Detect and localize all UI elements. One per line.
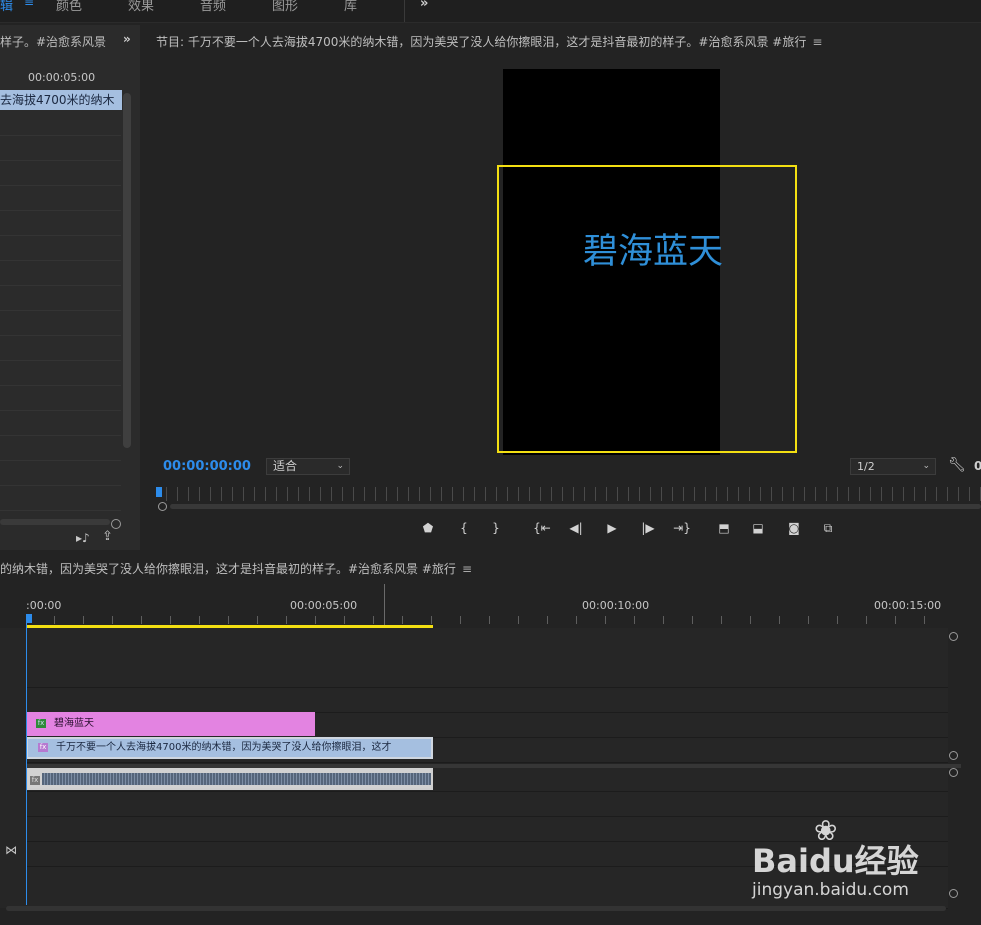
title-clip[interactable]: fx 碧海蓝天: [26, 712, 315, 736]
workspace-menu-icon[interactable]: ≡: [24, 0, 34, 9]
chevron-down-icon: ⌄: [336, 461, 344, 471]
source-ruler-timecode: 00:00:05:00: [28, 71, 96, 84]
extract-icon[interactable]: ⬓: [746, 521, 770, 535]
workspace-tab-color[interactable]: 颜色: [56, 0, 82, 14]
ruler-label: 00:00:05:00: [290, 599, 358, 612]
source-horizontal-scrollbar[interactable]: [0, 519, 110, 525]
program-title: 节目: 千万不要一个人去海拔4700米的纳木错，因为美哭了没人给你擦眼泪，这才是…: [156, 33, 822, 50]
ruler-label: :00:00: [26, 599, 62, 612]
source-overflow-button[interactable]: »: [123, 32, 131, 46]
video-clip[interactable]: fx 千万不要一个人去海拔4700米的纳木错，因为美哭了没人给你擦眼泪，这才: [26, 737, 433, 759]
scroll-handle-top[interactable]: [949, 768, 958, 777]
camera-icon[interactable]: ◙: [782, 521, 806, 535]
workspace-tab-libraries[interactable]: 库: [344, 0, 357, 14]
timeline-menu-icon[interactable]: ≡: [462, 562, 472, 576]
playhead-line: [26, 622, 27, 905]
audio-insert-icon[interactable]: ▸♪: [76, 531, 90, 545]
source-vertical-scrollbar[interactable]: [123, 93, 131, 448]
bowtie-icon[interactable]: ⋈: [5, 843, 17, 857]
step-forward-icon[interactable]: |▶: [636, 521, 660, 535]
track-a2[interactable]: [26, 792, 948, 817]
workspace-bar: 辑 ≡ 颜色 效果 音频 图形 库 »: [0, 0, 981, 23]
source-track-area[interactable]: [0, 111, 121, 521]
workspace-tab-audio[interactable]: 音频: [200, 0, 226, 14]
zoom-fit-select[interactable]: 适合 ⌄: [266, 458, 350, 475]
watermark-url: jingyan.baidu.com: [752, 880, 909, 900]
scroll-handle-bottom[interactable]: [949, 751, 958, 760]
source-clip[interactable]: 去海拔4700米的纳木: [0, 90, 122, 110]
wrench-icon[interactable]: 🔧︎: [948, 457, 966, 473]
zoom-handle[interactable]: [158, 502, 167, 511]
program-menu-icon[interactable]: ≡: [812, 35, 822, 49]
mark-out-icon[interactable]: }: [484, 521, 508, 535]
workspace-tab-editing[interactable]: 辑: [0, 0, 13, 14]
zoom-fit-value: 适合: [273, 459, 298, 473]
go-to-out-icon[interactable]: ⇥}: [670, 521, 694, 535]
lift-icon[interactable]: ⬒: [712, 521, 736, 535]
ruler-label: 00:00:15:00: [874, 599, 942, 612]
program-playhead[interactable]: [156, 487, 162, 497]
fx-badge-icon: fx: [38, 742, 48, 752]
scroll-handle-top[interactable]: [949, 632, 958, 641]
program-monitor: 节目: 千万不要一个人去海拔4700米的纳木错，因为美哭了没人给你擦眼泪，这才是…: [146, 25, 981, 550]
playback-resolution-select[interactable]: 1/2 ⌄: [850, 458, 936, 475]
title-clip-label: 碧海蓝天: [54, 718, 94, 729]
track-headers: [0, 628, 26, 908]
source-panel-title[interactable]: 样子。#治愈系风景: [0, 33, 118, 50]
play-icon[interactable]: ▶: [600, 521, 624, 535]
truncated-value: 0: [974, 459, 981, 473]
fx-badge-icon: fx: [36, 718, 46, 728]
fx-badge-icon: fx: [30, 776, 40, 785]
ruler-ticks: [26, 616, 948, 624]
program-title-text: 节目: 千万不要一个人去海拔4700米的纳木错，因为美哭了没人给你擦眼泪，这才是…: [156, 35, 807, 49]
timeline-ruler[interactable]: :00:00 00:00:05:00 00:00:10:00 00:00:15:…: [26, 596, 948, 626]
mark-in-icon[interactable]: {: [452, 521, 476, 535]
timeline-title: 的纳木错，因为美哭了没人给你擦眼泪，这才是抖音最初的样子。#治愈系风景 #旅行 ≡: [0, 560, 472, 577]
go-to-in-icon[interactable]: {⇤: [530, 521, 554, 535]
timeline-vertical-scrollbar[interactable]: [949, 628, 959, 908]
track-v4[interactable]: [26, 628, 948, 688]
video-clip-label: 千万不要一个人去海拔4700米的纳木错，因为美哭了没人给你擦眼泪，这才: [56, 742, 392, 753]
workspace-tab-graphics[interactable]: 图形: [272, 0, 298, 14]
chevron-down-icon: ⌄: [922, 461, 930, 471]
watermark-logo: Baidu经验: [752, 842, 919, 880]
marker-icon[interactable]: ⬟: [416, 521, 440, 535]
track-v3[interactable]: [26, 688, 948, 713]
audio-clip[interactable]: fx: [26, 766, 433, 790]
timeline-title-text[interactable]: 的纳木错，因为美哭了没人给你擦眼泪，这才是抖音最初的样子。#治愈系风景 #旅行: [0, 562, 456, 576]
program-timecode[interactable]: 00:00:00:00: [163, 459, 251, 474]
scroll-track[interactable]: [170, 504, 981, 509]
source-zoom-handle[interactable]: [111, 519, 121, 529]
audio-waveform: [42, 773, 431, 785]
ruler-label: 00:00:10:00: [582, 599, 650, 612]
step-back-icon[interactable]: ◀|: [564, 521, 588, 535]
scroll-handle-bottom[interactable]: [949, 889, 958, 898]
workspace-tab-effects[interactable]: 效果: [128, 0, 154, 14]
program-time-ruler[interactable]: [156, 487, 981, 501]
compare-icon[interactable]: ⧉: [816, 521, 840, 536]
export-icon[interactable]: ⇪: [102, 529, 113, 544]
source-panel: 样子。#治愈系风景 » 00:00:05:00 去海拔4700米的纳木 ▸♪ ⇪: [0, 25, 140, 550]
workspace-overflow-button[interactable]: »: [420, 0, 428, 11]
program-zoom-scrollbar[interactable]: [156, 501, 981, 511]
title-bounding-box[interactable]: [497, 165, 797, 453]
source-time-ruler[interactable]: 00:00:05:00: [0, 65, 121, 89]
playback-resolution-value: 1/2: [857, 460, 875, 473]
divider: [404, 0, 405, 22]
video-title-text[interactable]: 碧海蓝天: [503, 223, 803, 274]
video-audio-divider[interactable]: [26, 764, 961, 768]
watermark: ❀ Baidu经验 jingyan.baidu.com: [752, 814, 942, 908]
